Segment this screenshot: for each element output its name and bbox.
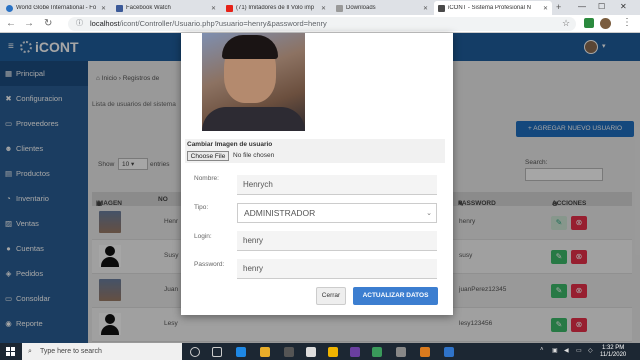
- bookmark-star-icon[interactable]: ☆: [562, 18, 570, 29]
- tipo-select[interactable]: ADMINISTRADOR ⌄: [237, 203, 437, 223]
- explorer-icon[interactable]: [260, 347, 270, 357]
- file-upload-label: Cambiar Imagen de usuario: [187, 141, 273, 148]
- url-input[interactable]: ⓘ localhost/icont/Controller/Usuario.php…: [68, 17, 576, 31]
- maximize-button[interactable]: ☐: [598, 2, 605, 11]
- user-profile-photo: [202, 33, 305, 131]
- taskbar-clock[interactable]: 1:32 PM 11/1/2020: [600, 345, 626, 359]
- vs-icon[interactable]: [350, 347, 360, 357]
- cortana-icon[interactable]: [190, 347, 200, 357]
- close-tab-icon[interactable]: ✕: [423, 5, 428, 12]
- info-icon[interactable]: ⓘ: [76, 17, 83, 31]
- os-taskbar: ⌕ Type here to search ˄ ▣ ◀ ▭ ◇ 1:32 PM …: [0, 343, 640, 360]
- forward-arrow-icon[interactable]: →: [24, 18, 34, 29]
- word-icon[interactable]: [444, 347, 454, 357]
- battery-icon[interactable]: ▭: [576, 347, 582, 354]
- browser-tab-bar: World Globe International - Fo ✕ Faceboo…: [0, 0, 640, 15]
- close-tab-icon[interactable]: ✕: [321, 5, 326, 12]
- profile-avatar[interactable]: [600, 18, 611, 29]
- close-button[interactable]: Cerrar: [316, 287, 346, 305]
- chrome-icon[interactable]: [328, 347, 338, 357]
- youtube-icon: [226, 4, 233, 12]
- volume-icon[interactable]: ◀: [564, 347, 569, 354]
- nombre-field[interactable]: Henrych: [237, 175, 437, 195]
- windows-start-icon[interactable]: [6, 347, 15, 356]
- download-icon: [336, 4, 343, 12]
- choose-file-button[interactable]: Choose File: [187, 151, 229, 161]
- reload-icon[interactable]: ↻: [44, 18, 52, 29]
- browser-tab-facebook[interactable]: Facebook Watch ✕: [112, 1, 220, 15]
- browser-menu-icon[interactable]: ⋮: [622, 17, 632, 28]
- browser-tab-downloads[interactable]: Downloads ✕: [332, 1, 432, 15]
- close-tab-icon[interactable]: ✕: [211, 5, 216, 12]
- address-bar-row: ← → ↻ ⓘ localhost/icont/Controller/Usuar…: [0, 15, 640, 33]
- browser-tab-world-globe[interactable]: World Globe International - Fo ✕: [2, 1, 110, 15]
- login-label: Login:: [194, 233, 212, 240]
- back-arrow-icon[interactable]: ←: [6, 18, 16, 29]
- page-icon: [438, 4, 445, 12]
- browser-tab-icont[interactable]: iCONT - Sistema Profesional N ✕: [434, 1, 552, 15]
- network-icon[interactable]: ▣: [552, 347, 558, 354]
- file-upload-section: Cambiar Imagen de usuario Choose File No…: [185, 139, 445, 163]
- extension-icon[interactable]: [584, 18, 594, 28]
- notepadpp-icon[interactable]: [372, 347, 382, 357]
- file-status: No file chosen: [233, 152, 275, 159]
- close-window-button[interactable]: ✕: [620, 2, 627, 11]
- close-tab-icon[interactable]: ✕: [543, 5, 548, 12]
- xampp-icon[interactable]: [420, 347, 430, 357]
- minimize-button[interactable]: —: [578, 2, 586, 11]
- update-button[interactable]: ACTUALIZAR DATOS: [353, 287, 438, 305]
- taskbar-search-input[interactable]: ⌕ Type here to search: [22, 343, 182, 360]
- chevron-down-icon: ⌄: [426, 210, 432, 217]
- tipo-label: Tipo:: [194, 204, 209, 211]
- language-icon[interactable]: ◇: [588, 347, 593, 354]
- app-icon[interactable]: [396, 347, 406, 357]
- new-tab-button[interactable]: +: [556, 2, 561, 12]
- password-field[interactable]: henry: [237, 259, 437, 279]
- task-view-icon[interactable]: [212, 347, 222, 357]
- login-field[interactable]: henry: [237, 231, 437, 251]
- facebook-icon: [116, 4, 123, 12]
- store-icon[interactable]: [284, 347, 294, 357]
- search-icon: ⌕: [28, 348, 32, 355]
- password-label: Password:: [194, 261, 225, 268]
- close-tab-icon[interactable]: ✕: [101, 5, 106, 12]
- edit-user-modal: Cambiar Imagen de usuario Choose File No…: [181, 33, 453, 315]
- nombre-label: Nombre:: [194, 175, 219, 182]
- globe-icon: [6, 4, 13, 12]
- browser-tab-youtube[interactable]: (71) Imitadores de Il Volo imp ✕: [222, 1, 330, 15]
- edge-icon[interactable]: [236, 347, 246, 357]
- tray-arrow-icon[interactable]: ˄: [540, 347, 544, 353]
- mail-icon[interactable]: [306, 347, 316, 357]
